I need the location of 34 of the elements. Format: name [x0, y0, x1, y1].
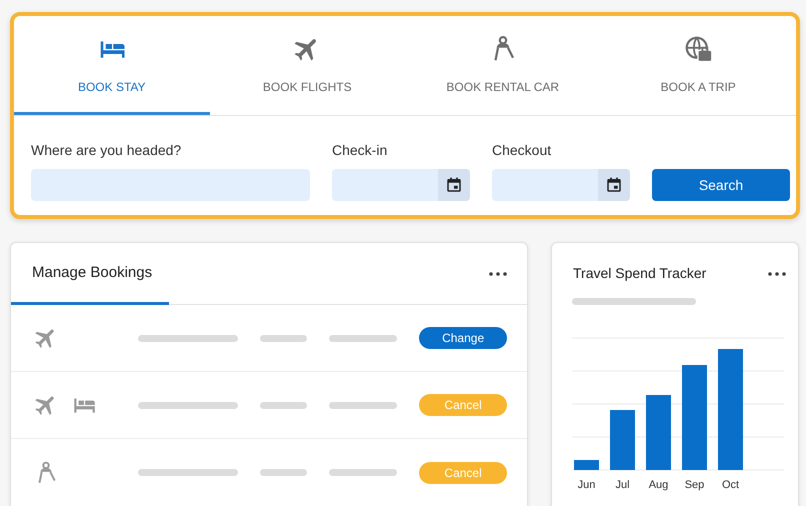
action-button[interactable]: Change: [419, 327, 507, 349]
tab[interactable]: BOOK RENTAL CAR: [405, 16, 600, 115]
axis-label: Sep: [684, 479, 704, 491]
axis-label: Jun: [578, 479, 596, 491]
more-icon[interactable]: [489, 272, 507, 276]
card-title: Travel Spend Tracker: [573, 264, 706, 283]
placeholder-bar: [260, 469, 308, 476]
placeholder-bar: [329, 334, 398, 342]
tab[interactable]: BOOK A TRIP: [600, 16, 796, 115]
tab[interactable]: BOOK STAY: [14, 16, 210, 115]
axis-label: Jul: [615, 479, 630, 491]
card-title: Manage Bookings: [31, 263, 152, 284]
placeholder-bar: [260, 402, 308, 408]
bar: [610, 410, 635, 470]
more-icon[interactable]: [768, 272, 786, 276]
field-label: Check-in: [332, 141, 388, 160]
field-label: Where are you headed?: [31, 141, 182, 160]
input-field[interactable]: [332, 169, 470, 201]
axis-label: Aug: [648, 479, 668, 491]
calendar-button[interactable]: [598, 169, 630, 201]
placeholder-bar: [260, 334, 308, 342]
input-field[interactable]: [31, 169, 310, 201]
bar: [574, 460, 599, 470]
calendar-icon: [445, 176, 463, 194]
placeholder-bar: [329, 402, 398, 408]
tab[interactable]: BOOK FLIGHTS: [210, 16, 405, 115]
calendar-icon: [605, 176, 623, 194]
calendar-button[interactable]: [438, 169, 470, 201]
placeholder-bar: [329, 469, 398, 476]
axis-label: Oct: [722, 479, 740, 491]
field-label: Checkout: [492, 141, 552, 160]
search-button[interactable]: Search: [652, 169, 790, 201]
globe-briefcase-icon: [683, 34, 714, 64]
input-field[interactable]: [492, 169, 630, 201]
